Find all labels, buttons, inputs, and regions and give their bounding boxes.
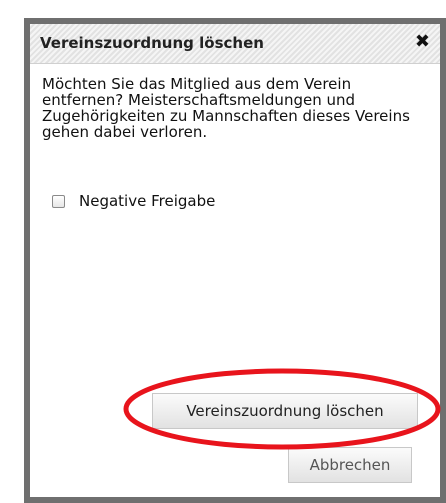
screenshot-frame: Vereinszuordnung löschen ✖ Möchten Sie d… (0, 0, 446, 503)
negative-freigabe-row[interactable]: Negative Freigabe (52, 192, 215, 210)
dialog-titlebar[interactable]: Vereinszuordnung löschen ✖ (30, 24, 440, 64)
close-icon[interactable]: ✖ (415, 32, 430, 52)
delete-assignment-button[interactable]: Vereinszuordnung löschen (152, 393, 418, 429)
dialog-body: Vereinszuordnung löschen ✖ Möchten Sie d… (30, 24, 440, 497)
dialog-message: Möchten Sie das Mitglied aus dem Verein … (42, 75, 410, 141)
negative-freigabe-checkbox[interactable] (52, 194, 65, 208)
dialog-title: Vereinszuordnung löschen (40, 34, 264, 52)
cancel-button[interactable]: Abbrechen (288, 447, 412, 483)
negative-freigabe-label[interactable]: Negative Freigabe (79, 192, 215, 210)
confirm-dialog: Vereinszuordnung löschen ✖ Möchten Sie d… (24, 18, 446, 503)
